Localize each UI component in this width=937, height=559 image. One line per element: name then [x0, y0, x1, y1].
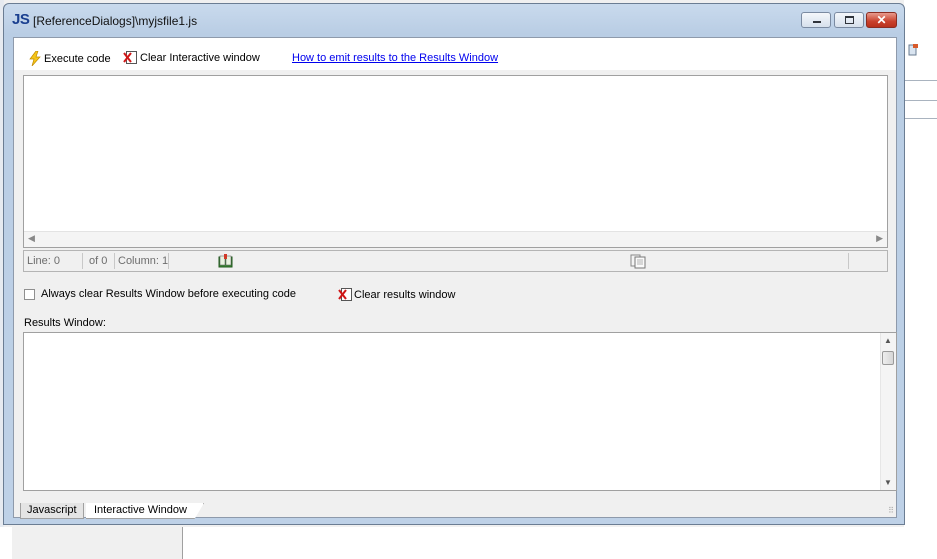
clear-results-label: Clear results window [354, 288, 456, 301]
always-clear-checkbox[interactable] [24, 288, 35, 300]
maximize-icon [835, 13, 863, 27]
background-divider [904, 100, 937, 101]
background-side-panel [12, 527, 183, 559]
window-title: [ReferenceDialogs]\myjsfile1.js [33, 14, 198, 28]
scrollbar-thumb[interactable] [882, 351, 894, 365]
clear-results-icon [338, 288, 352, 301]
status-column: Column: 1 [118, 255, 169, 267]
minimize-button[interactable] [801, 12, 831, 28]
background-app-panel [904, 0, 937, 559]
background-divider [904, 118, 937, 119]
tab-interactive-window[interactable]: Interactive Window [86, 503, 204, 519]
clear-results-button[interactable]: Clear results window [338, 288, 455, 301]
minimize-icon [802, 13, 830, 27]
background-toolbar-icon [908, 44, 918, 56]
scroll-left-icon[interactable]: ◀ [28, 233, 35, 244]
close-icon: ✕ [876, 13, 887, 27]
status-separator [114, 253, 115, 269]
tab-javascript[interactable]: Javascript [20, 503, 84, 519]
background-app-bottom [0, 527, 904, 559]
status-line-total: of 0 [89, 255, 108, 267]
clear-icon [123, 51, 137, 64]
help-results-link[interactable]: How to emit results to the Results Windo… [292, 52, 498, 64]
editor-horizontal-scrollbar[interactable]: ◀ ▶ [24, 231, 887, 247]
bottom-tab-bar: Javascript Interactive Window ⠿ [14, 500, 896, 519]
window-client-area: Execute code Clear Interactive window Ho… [13, 37, 897, 519]
status-separator [168, 253, 169, 269]
results-window-label: Results Window: [24, 317, 106, 329]
scroll-right-icon[interactable]: ▶ [876, 233, 883, 244]
editor-status-bar: Line: 0 of 0 Column: 1 [23, 250, 888, 272]
title-bar[interactable]: JS [ReferenceDialogs]\myjsfile1.js ✕ [4, 4, 904, 36]
clear-interactive-label: Clear Interactive window [140, 51, 260, 64]
scroll-up-icon[interactable]: ▲ [884, 336, 892, 345]
resize-grip-icon[interactable]: ⠿ [888, 506, 894, 515]
status-line: Line: 0 [27, 255, 61, 267]
always-clear-label: Always clear Results Window before execu… [41, 288, 296, 300]
js-editor-window: JS [ReferenceDialogs]\myjsfile1.js ✕ Exe… [3, 3, 905, 525]
js-file-icon: JS [12, 11, 30, 28]
copy-pages-icon[interactable] [630, 254, 646, 269]
execute-code-button[interactable]: Execute code [29, 51, 111, 66]
clear-interactive-button[interactable]: Clear Interactive window [123, 51, 260, 64]
results-window[interactable]: ▲ ▼ [23, 332, 897, 491]
status-separator [82, 253, 83, 269]
book-icon[interactable] [218, 254, 233, 268]
lightning-icon [29, 51, 41, 66]
close-button[interactable]: ✕ [866, 12, 897, 28]
status-separator [848, 253, 849, 269]
code-editor[interactable]: ◀ ▶ [23, 75, 888, 248]
results-vertical-scrollbar[interactable]: ▲ ▼ [880, 333, 896, 490]
always-clear-option[interactable]: Always clear Results Window before execu… [24, 288, 296, 300]
toolbar: Execute code Clear Interactive window Ho… [14, 38, 896, 70]
maximize-button[interactable] [834, 12, 864, 28]
execute-code-label: Execute code [44, 52, 111, 65]
background-divider [904, 80, 937, 81]
scroll-down-icon[interactable]: ▼ [884, 478, 892, 487]
